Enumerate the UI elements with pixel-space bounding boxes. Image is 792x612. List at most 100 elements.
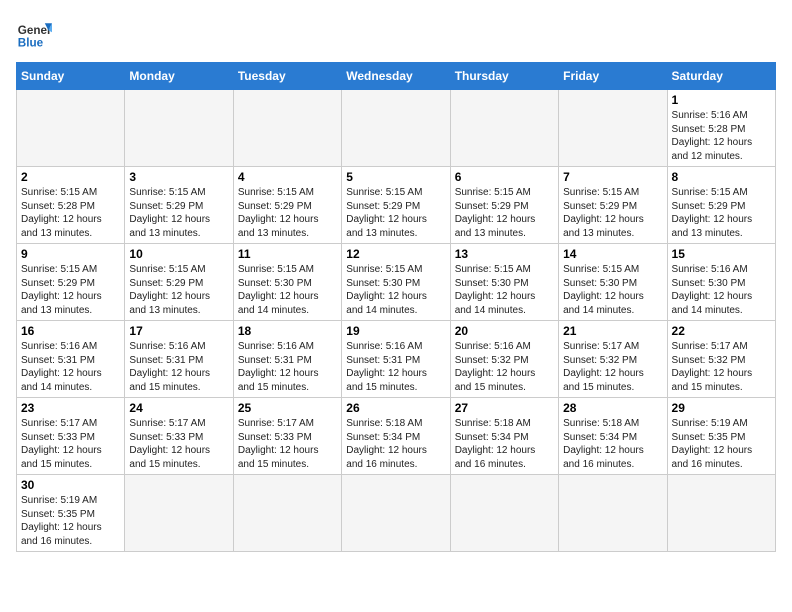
day-info: Sunrise: 5:15 AM Sunset: 5:30 PM Dayligh… — [238, 263, 337, 317]
header-thursday: Thursday — [450, 63, 558, 90]
calendar-cell — [450, 475, 558, 552]
week-row-1: 2 Sunrise: 5:15 AM Sunset: 5:28 PM Daylig… — [17, 167, 776, 244]
day-info: Sunrise: 5:15 AM Sunset: 5:29 PM Dayligh… — [346, 186, 445, 240]
calendar-cell — [125, 475, 233, 552]
day-info: Sunrise: 5:19 AM Sunset: 5:35 PM Dayligh… — [672, 417, 771, 471]
header: General Blue — [16, 16, 776, 52]
week-row-3: 16 Sunrise: 5:16 AM Sunset: 5:31 PM Dayli… — [17, 321, 776, 398]
calendar-cell: 25 Sunrise: 5:17 AM Sunset: 5:33 PM Dayli… — [233, 398, 341, 475]
day-info: Sunrise: 5:17 AM Sunset: 5:32 PM Dayligh… — [672, 340, 771, 394]
calendar-cell: 29 Sunrise: 5:19 AM Sunset: 5:35 PM Dayli… — [667, 398, 775, 475]
day-number: 4 — [238, 170, 337, 184]
calendar-cell: 17 Sunrise: 5:16 AM Sunset: 5:31 PM Dayli… — [125, 321, 233, 398]
day-number: 2 — [21, 170, 120, 184]
header-wednesday: Wednesday — [342, 63, 450, 90]
calendar-table: SundayMondayTuesdayWednesdayThursdayFrid… — [16, 62, 776, 552]
calendar-cell — [667, 475, 775, 552]
day-info: Sunrise: 5:18 AM Sunset: 5:34 PM Dayligh… — [346, 417, 445, 471]
header-monday: Monday — [125, 63, 233, 90]
week-row-4: 23 Sunrise: 5:17 AM Sunset: 5:33 PM Dayli… — [17, 398, 776, 475]
day-info: Sunrise: 5:16 AM Sunset: 5:31 PM Dayligh… — [21, 340, 120, 394]
day-info: Sunrise: 5:16 AM Sunset: 5:30 PM Dayligh… — [672, 263, 771, 317]
calendar-cell — [342, 90, 450, 167]
day-number: 16 — [21, 324, 120, 338]
day-info: Sunrise: 5:17 AM Sunset: 5:33 PM Dayligh… — [129, 417, 228, 471]
week-row-2: 9Sunrise: 5:15 AM Sunset: 5:29 PM Daylig… — [17, 244, 776, 321]
day-info: Sunrise: 5:18 AM Sunset: 5:34 PM Dayligh… — [455, 417, 554, 471]
day-number: 10 — [129, 247, 228, 261]
day-number: 19 — [346, 324, 445, 338]
day-number: 3 — [129, 170, 228, 184]
day-info: Sunrise: 5:19 AM Sunset: 5:35 PM Dayligh… — [21, 494, 120, 548]
calendar-cell: 14Sunrise: 5:15 AM Sunset: 5:30 PM Dayli… — [559, 244, 667, 321]
day-number: 24 — [129, 401, 228, 415]
calendar-cell: 12Sunrise: 5:15 AM Sunset: 5:30 PM Dayli… — [342, 244, 450, 321]
calendar-cell: 27 Sunrise: 5:18 AM Sunset: 5:34 PM Dayli… — [450, 398, 558, 475]
day-info: Sunrise: 5:15 AM Sunset: 5:30 PM Dayligh… — [563, 263, 662, 317]
day-number: 20 — [455, 324, 554, 338]
day-number: 17 — [129, 324, 228, 338]
calendar-cell: 13 Sunrise: 5:15 AM Sunset: 5:30 PM Dayli… — [450, 244, 558, 321]
logo-icon: General Blue — [16, 16, 52, 52]
day-info: Sunrise: 5:16 AM Sunset: 5:32 PM Dayligh… — [455, 340, 554, 394]
week-row-0: 1Sunrise: 5:16 AM Sunset: 5:28 PM Daylig… — [17, 90, 776, 167]
calendar-cell: 20 Sunrise: 5:16 AM Sunset: 5:32 PM Dayli… — [450, 321, 558, 398]
day-number: 30 — [21, 478, 120, 492]
day-number: 23 — [21, 401, 120, 415]
calendar-cell — [342, 475, 450, 552]
header-friday: Friday — [559, 63, 667, 90]
calendar-cell — [233, 90, 341, 167]
day-number: 12 — [346, 247, 445, 261]
calendar-cell: 23 Sunrise: 5:17 AM Sunset: 5:33 PM Dayli… — [17, 398, 125, 475]
calendar-cell: 26 Sunrise: 5:18 AM Sunset: 5:34 PM Dayli… — [342, 398, 450, 475]
day-number: 22 — [672, 324, 771, 338]
svg-text:Blue: Blue — [18, 37, 44, 50]
day-info: Sunrise: 5:17 AM Sunset: 5:33 PM Dayligh… — [238, 417, 337, 471]
calendar-cell: 4Sunrise: 5:15 AM Sunset: 5:29 PM Daylig… — [233, 167, 341, 244]
day-number: 21 — [563, 324, 662, 338]
calendar-cell — [125, 90, 233, 167]
calendar-cell: 11 Sunrise: 5:15 AM Sunset: 5:30 PM Dayli… — [233, 244, 341, 321]
day-number: 28 — [563, 401, 662, 415]
day-info: Sunrise: 5:18 AM Sunset: 5:34 PM Dayligh… — [563, 417, 662, 471]
day-info: Sunrise: 5:16 AM Sunset: 5:31 PM Dayligh… — [129, 340, 228, 394]
day-number: 13 — [455, 247, 554, 261]
day-number: 29 — [672, 401, 771, 415]
calendar-cell: 9Sunrise: 5:15 AM Sunset: 5:29 PM Daylig… — [17, 244, 125, 321]
header-saturday: Saturday — [667, 63, 775, 90]
calendar-cell: 16 Sunrise: 5:16 AM Sunset: 5:31 PM Dayli… — [17, 321, 125, 398]
calendar-cell: 28 Sunrise: 5:18 AM Sunset: 5:34 PM Dayli… — [559, 398, 667, 475]
day-number: 26 — [346, 401, 445, 415]
calendar-cell: 3Sunrise: 5:15 AM Sunset: 5:29 PM Daylig… — [125, 167, 233, 244]
calendar-header-row: SundayMondayTuesdayWednesdayThursdayFrid… — [17, 63, 776, 90]
calendar-cell: 10 Sunrise: 5:15 AM Sunset: 5:29 PM Dayli… — [125, 244, 233, 321]
day-info: Sunrise: 5:16 AM Sunset: 5:31 PM Dayligh… — [238, 340, 337, 394]
calendar-cell: 21Sunrise: 5:17 AM Sunset: 5:32 PM Dayli… — [559, 321, 667, 398]
calendar-cell: 24 Sunrise: 5:17 AM Sunset: 5:33 PM Dayli… — [125, 398, 233, 475]
calendar-cell: 7Sunrise: 5:15 AM Sunset: 5:29 PM Daylig… — [559, 167, 667, 244]
logo: General Blue — [16, 16, 52, 52]
day-number: 18 — [238, 324, 337, 338]
day-info: Sunrise: 5:15 AM Sunset: 5:29 PM Dayligh… — [21, 263, 120, 317]
day-info: Sunrise: 5:15 AM Sunset: 5:30 PM Dayligh… — [455, 263, 554, 317]
day-number: 6 — [455, 170, 554, 184]
day-number: 7 — [563, 170, 662, 184]
day-info: Sunrise: 5:17 AM Sunset: 5:33 PM Dayligh… — [21, 417, 120, 471]
day-info: Sunrise: 5:15 AM Sunset: 5:29 PM Dayligh… — [129, 263, 228, 317]
calendar-cell: 1Sunrise: 5:16 AM Sunset: 5:28 PM Daylig… — [667, 90, 775, 167]
calendar-cell: 22 Sunrise: 5:17 AM Sunset: 5:32 PM Dayli… — [667, 321, 775, 398]
header-tuesday: Tuesday — [233, 63, 341, 90]
calendar-cell: 15Sunrise: 5:16 AM Sunset: 5:30 PM Dayli… — [667, 244, 775, 321]
day-number: 27 — [455, 401, 554, 415]
day-info: Sunrise: 5:15 AM Sunset: 5:29 PM Dayligh… — [672, 186, 771, 240]
calendar-cell: 6Sunrise: 5:15 AM Sunset: 5:29 PM Daylig… — [450, 167, 558, 244]
day-info: Sunrise: 5:15 AM Sunset: 5:28 PM Dayligh… — [21, 186, 120, 240]
day-number: 25 — [238, 401, 337, 415]
header-sunday: Sunday — [17, 63, 125, 90]
calendar-cell — [559, 475, 667, 552]
calendar-cell — [17, 90, 125, 167]
calendar-cell — [233, 475, 341, 552]
calendar-cell — [559, 90, 667, 167]
day-number: 11 — [238, 247, 337, 261]
day-info: Sunrise: 5:16 AM Sunset: 5:31 PM Dayligh… — [346, 340, 445, 394]
